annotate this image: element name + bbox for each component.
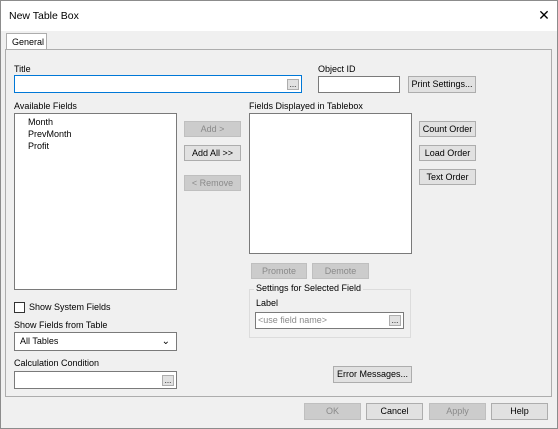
- selected-field-settings-legend: Settings for Selected Field: [254, 283, 364, 293]
- cancel-button[interactable]: Cancel: [366, 403, 423, 420]
- ok-button[interactable]: OK: [304, 403, 361, 420]
- remove-button[interactable]: < Remove: [184, 175, 241, 191]
- field-label-browse-button[interactable]: ...: [389, 315, 401, 326]
- show-system-fields-label[interactable]: Show System Fields: [29, 302, 111, 312]
- apply-button[interactable]: Apply: [429, 403, 486, 420]
- promote-button[interactable]: Promote: [251, 263, 307, 279]
- list-item[interactable]: Profit: [28, 141, 49, 151]
- add-button[interactable]: Add >: [184, 121, 241, 137]
- title-input[interactable]: [14, 75, 302, 93]
- show-system-fields-checkbox[interactable]: [14, 302, 25, 313]
- calculation-condition-label: Calculation Condition: [14, 358, 100, 368]
- print-settings-button[interactable]: Print Settings...: [408, 76, 476, 93]
- add-all-button[interactable]: Add All >>: [184, 145, 241, 161]
- available-fields-list[interactable]: [14, 113, 177, 290]
- error-messages-button[interactable]: Error Messages...: [333, 366, 412, 383]
- close-icon[interactable]: ✕: [535, 6, 553, 24]
- field-label-placeholder: <use field name>: [258, 315, 328, 325]
- help-button[interactable]: Help: [491, 403, 548, 420]
- show-fields-from-table-label: Show Fields from Table: [14, 320, 108, 330]
- calculation-condition-browse-button[interactable]: ...: [162, 375, 174, 386]
- load-order-button[interactable]: Load Order: [419, 145, 476, 161]
- field-label-input[interactable]: <use field name>: [255, 312, 404, 329]
- label-caption: Label: [256, 298, 279, 308]
- count-order-button[interactable]: Count Order: [419, 121, 476, 137]
- title-bar: New Table Box ✕: [1, 1, 557, 31]
- list-item[interactable]: Month: [28, 117, 53, 127]
- displayed-fields-label: Fields Displayed in Tablebox: [249, 101, 363, 111]
- calculation-condition-input[interactable]: [14, 371, 177, 389]
- displayed-fields-list[interactable]: [249, 113, 412, 254]
- tab-general[interactable]: General: [6, 33, 47, 50]
- title-label: Title: [14, 64, 31, 74]
- object-id-input[interactable]: [318, 76, 400, 93]
- object-id-label: Object ID: [318, 64, 356, 74]
- window-title: New Table Box: [9, 10, 79, 22]
- table-select[interactable]: All Tables ⌄: [14, 332, 177, 351]
- demote-button[interactable]: Demote: [312, 263, 369, 279]
- list-item[interactable]: PrevMonth: [28, 129, 72, 139]
- text-order-button[interactable]: Text Order: [419, 169, 476, 185]
- title-browse-button[interactable]: ...: [287, 79, 299, 90]
- available-fields-label: Available Fields: [14, 101, 77, 111]
- chevron-down-icon: ⌄: [161, 336, 170, 347]
